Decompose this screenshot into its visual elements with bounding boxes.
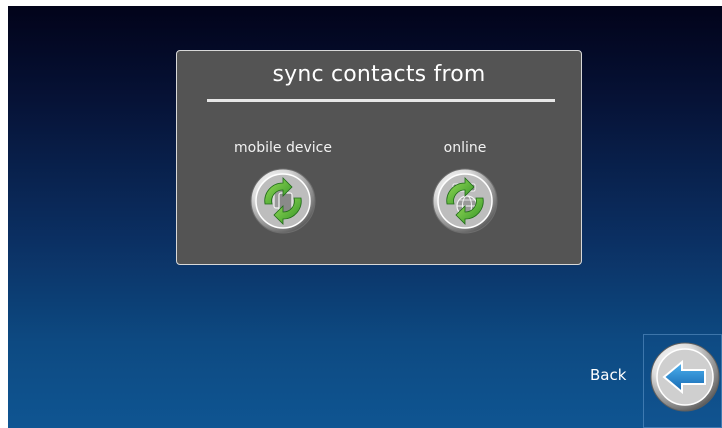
phone-sync-icon[interactable] xyxy=(250,168,316,234)
mobile-device-label: mobile device xyxy=(234,140,332,156)
online-label: online xyxy=(443,140,487,156)
mobile-device-option[interactable]: mobile device xyxy=(208,139,358,234)
sync-contacts-dialog: sync contacts from mobile device online xyxy=(176,50,582,265)
dialog-title: sync contacts from xyxy=(272,62,486,87)
back-label[interactable]: Back xyxy=(590,366,626,384)
globe-sync-icon[interactable] xyxy=(432,168,498,234)
online-option[interactable]: online xyxy=(390,139,540,234)
title-divider xyxy=(207,99,555,102)
back-arrow-icon[interactable] xyxy=(650,342,720,412)
screen: sync contacts from mobile device online … xyxy=(8,6,722,428)
